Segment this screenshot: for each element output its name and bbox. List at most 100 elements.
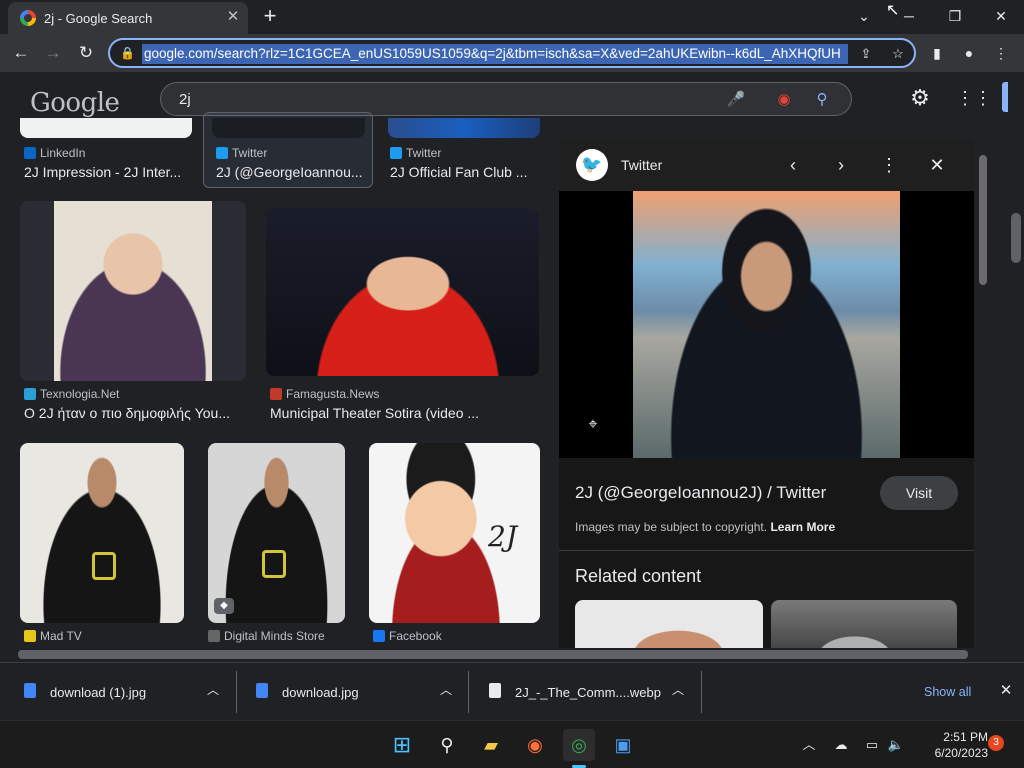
show-all-button[interactable]: Show all bbox=[924, 685, 971, 699]
bookmark-star-icon[interactable]: ☆ bbox=[888, 44, 908, 64]
url-text[interactable]: google.com/search?rlz=1C1GCEA_enUS1059US… bbox=[142, 44, 848, 64]
result-source[interactable]: LinkedIn bbox=[24, 146, 85, 160]
twitter-icon bbox=[216, 147, 228, 159]
result-caption[interactable]: Municipal Theater Sotira (video ... bbox=[270, 405, 486, 421]
tab-close-button[interactable]: ✕ bbox=[224, 8, 242, 26]
browser-tab[interactable]: 2j - Google Search ✕ bbox=[8, 2, 248, 34]
learn-more-link[interactable]: Learn More bbox=[770, 520, 835, 534]
photos-icon[interactable]: ▣ bbox=[607, 729, 639, 761]
result-image[interactable] bbox=[20, 443, 184, 623]
result-source[interactable]: Facebook bbox=[373, 629, 442, 643]
clock-date: 6/20/2023 bbox=[934, 746, 988, 760]
panel-source[interactable]: Twitter bbox=[621, 157, 662, 173]
chevron-up-icon[interactable]: ︿ bbox=[799, 735, 819, 755]
tab-search-icon[interactable]: ⌄ bbox=[850, 4, 878, 28]
result-caption[interactable]: Ο 2J ήταν ο πιο δημοφιλής You... bbox=[24, 405, 240, 421]
result-image[interactable] bbox=[208, 443, 345, 623]
result-source[interactable]: Digital Minds Store bbox=[208, 629, 325, 643]
preview-image[interactable] bbox=[633, 191, 900, 458]
result-image[interactable] bbox=[20, 118, 192, 138]
result-source[interactable]: Twitter bbox=[390, 146, 441, 160]
cloud-icon[interactable]: ☁ bbox=[831, 735, 851, 755]
related-image[interactable] bbox=[771, 600, 957, 648]
file-explorer-icon[interactable]: ▰ bbox=[475, 729, 507, 761]
digital-minds-icon bbox=[208, 630, 220, 642]
browser-toolbar: ← → ↻ 🔒 google.com/search?rlz=1C1GCEA_en… bbox=[0, 34, 1024, 72]
chevron-up-icon[interactable]: ︿ bbox=[437, 681, 455, 699]
more-options-button[interactable]: ⋮ bbox=[877, 153, 901, 177]
preview-title[interactable]: 2J (@GeorgeIoannou2J) / Twitter bbox=[575, 483, 826, 503]
result-image[interactable] bbox=[266, 208, 539, 376]
horizontal-scroll-thumb[interactable] bbox=[18, 650, 968, 659]
network-icon[interactable]: ▭ bbox=[862, 735, 882, 755]
lens-icon[interactable]: ◉ bbox=[773, 89, 795, 111]
result-source[interactable]: Twitter bbox=[216, 146, 267, 160]
google-logo[interactable]: Google bbox=[30, 88, 120, 118]
profile-icon[interactable]: ● bbox=[958, 42, 980, 64]
reload-button[interactable]: ↻ bbox=[73, 40, 99, 66]
related-image[interactable] bbox=[575, 600, 763, 648]
result-source[interactable]: Mad TV bbox=[24, 629, 82, 643]
close-shelf-button[interactable]: ✕ bbox=[996, 681, 1016, 701]
download-separator bbox=[468, 671, 469, 713]
restore-button[interactable]: ❐ bbox=[941, 4, 969, 28]
firefox-icon[interactable]: ◉ bbox=[519, 729, 551, 761]
download-filename[interactable]: download.jpg bbox=[282, 685, 359, 700]
lens-search-icon[interactable]: ⌖ bbox=[583, 415, 603, 435]
download-separator bbox=[236, 671, 237, 713]
result-image[interactable] bbox=[388, 118, 540, 138]
panel-scroll-thumb[interactable] bbox=[979, 155, 987, 285]
image-file-icon bbox=[256, 683, 268, 698]
title-bar: 2j - Google Search ✕ + ⌄ ─ ❐ ✕ bbox=[0, 0, 1024, 34]
result-caption[interactable]: 2J Official Fan Club ... bbox=[390, 164, 536, 180]
chevron-up-icon[interactable]: ︿ bbox=[669, 681, 687, 699]
volume-icon[interactable]: 🔈 bbox=[886, 735, 906, 755]
result-caption[interactable]: 2J Impression - 2J Inter... bbox=[24, 164, 190, 180]
visit-button[interactable]: Visit bbox=[880, 476, 958, 510]
lock-icon[interactable]: 🔒 bbox=[120, 46, 135, 60]
settings-gear-icon[interactable]: ⚙ bbox=[906, 84, 934, 112]
download-item[interactable]: download.jpg ︿ bbox=[256, 663, 469, 721]
image-preview-panel: 🐦 Twitter ‹ › ⋮ ✕ ⌖ 2J (@GeorgeIoannou2J… bbox=[559, 138, 974, 648]
back-button[interactable]: ← bbox=[8, 40, 34, 66]
close-panel-button[interactable]: ✕ bbox=[925, 153, 949, 177]
download-filename[interactable]: 2J_-_The_Comm....webp bbox=[515, 685, 661, 700]
share-icon[interactable]: ⇪ bbox=[856, 44, 876, 64]
result-caption[interactable]: 2J (@GeorgeIoannou... bbox=[216, 164, 366, 180]
previous-image-button[interactable]: ‹ bbox=[781, 153, 805, 177]
result-source[interactable]: Famagusta.News bbox=[270, 387, 379, 401]
close-window-button[interactable]: ✕ bbox=[987, 4, 1015, 28]
forward-button[interactable]: → bbox=[40, 40, 66, 66]
result-image[interactable] bbox=[20, 201, 246, 381]
chrome-icon[interactable]: ◎ bbox=[563, 729, 595, 761]
download-item[interactable]: 2J_-_The_Comm....webp ︿ bbox=[489, 663, 703, 721]
facebook-icon bbox=[373, 630, 385, 642]
page-scroll-thumb[interactable] bbox=[1011, 213, 1021, 263]
search-box[interactable]: 2j 🎤 ◉ ⚲ bbox=[160, 82, 852, 116]
new-tab-button[interactable]: + bbox=[258, 4, 282, 28]
page-scrollbar[interactable] bbox=[1008, 72, 1024, 648]
side-panel-icon[interactable]: ▮ bbox=[926, 42, 948, 64]
search-input[interactable]: 2j bbox=[179, 91, 191, 108]
linkedin-icon bbox=[24, 147, 36, 159]
download-item[interactable]: download (1).jpg ︿ bbox=[24, 663, 237, 721]
address-bar[interactable]: 🔒 google.com/search?rlz=1C1GCEA_enUS1059… bbox=[108, 38, 916, 68]
menu-icon[interactable]: ⋮ bbox=[990, 42, 1012, 64]
taskbar-search-icon[interactable]: ⚲ bbox=[431, 729, 463, 761]
result-source[interactable]: Texnologia.Net bbox=[24, 387, 119, 401]
download-filename[interactable]: download (1).jpg bbox=[50, 685, 146, 700]
apps-grid-icon[interactable]: ⋮⋮ bbox=[956, 84, 992, 112]
chevron-up-icon[interactable]: ︿ bbox=[204, 681, 222, 699]
voice-search-icon[interactable]: 🎤 bbox=[725, 89, 747, 111]
twitter-icon bbox=[390, 147, 402, 159]
search-icon[interactable]: ⚲ bbox=[811, 89, 833, 111]
panel-divider bbox=[559, 550, 974, 551]
twitter-icon[interactable]: 🐦 bbox=[576, 149, 608, 181]
windows-start-icon[interactable]: ⊞ bbox=[386, 729, 418, 761]
system-clock[interactable]: 2:51 PM 6/20/2023 bbox=[916, 729, 988, 761]
tab-title: 2j - Google Search bbox=[44, 11, 153, 26]
preview-image-area[interactable]: ⌖ bbox=[559, 191, 974, 458]
notification-badge[interactable]: 3 bbox=[988, 735, 1004, 751]
madtv-icon bbox=[24, 630, 36, 642]
next-image-button[interactable]: › bbox=[829, 153, 853, 177]
